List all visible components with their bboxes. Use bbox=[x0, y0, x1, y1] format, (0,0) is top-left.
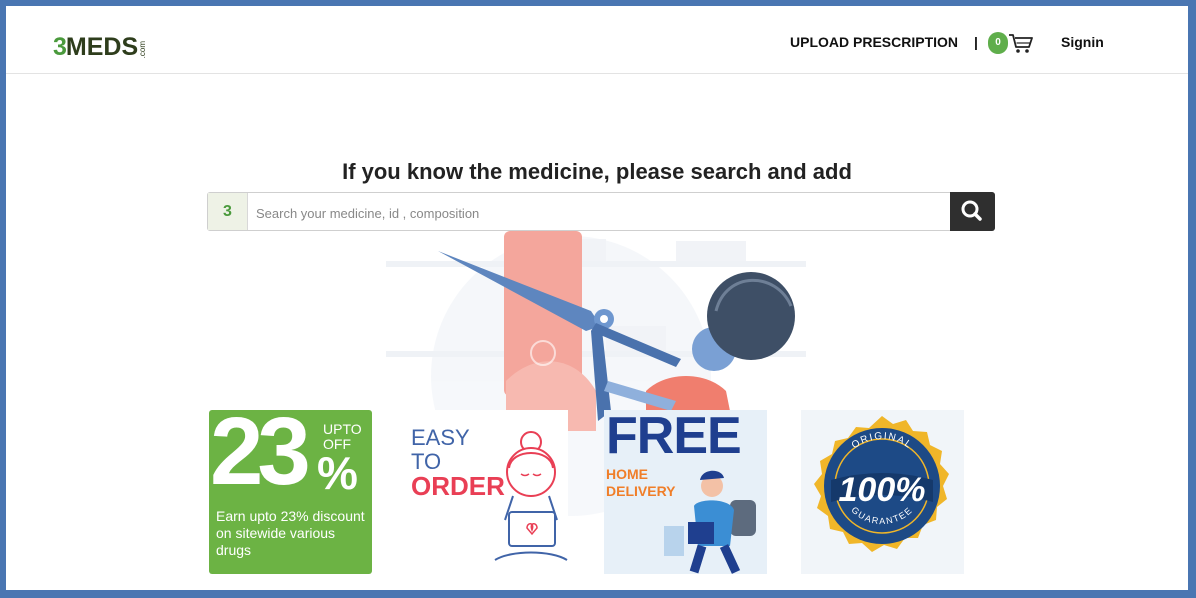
logo-suffix: .com bbox=[138, 40, 148, 58]
brand-logo[interactable]: 3 MEDS .com bbox=[53, 33, 148, 61]
guarantee-seal-icon: ORIGINAL 100% GUARANTEE bbox=[814, 416, 949, 552]
logo-digit: 3 bbox=[53, 33, 67, 61]
page-frame: 3 MEDS .com UPLOAD PRESCRIPTION | 0 Sign… bbox=[6, 6, 1188, 590]
top-header: 3 MEDS .com UPLOAD PRESCRIPTION | 0 Sign… bbox=[6, 6, 1188, 74]
discount-number: 23 bbox=[210, 410, 311, 505]
free-title: FREE bbox=[606, 410, 742, 465]
delivery-man-illustration bbox=[664, 470, 756, 574]
discount-upto: UPTO bbox=[323, 421, 362, 437]
girl-laptop-illustration bbox=[494, 431, 568, 561]
nav-separator: | bbox=[974, 34, 978, 50]
discount-tile[interactable]: 23 UPTO OFF % Earn upto 23% discount on … bbox=[209, 410, 372, 574]
cart-icon[interactable] bbox=[1008, 33, 1034, 55]
search-headline: If you know the medicine, please search … bbox=[342, 159, 852, 184]
discount-percent: % bbox=[317, 447, 358, 499]
easy-order-tile[interactable]: EASY TO ORDER bbox=[405, 410, 568, 574]
upload-prescription-link[interactable]: UPLOAD PRESCRIPTION bbox=[790, 34, 958, 50]
guarantee-tile[interactable]: ORIGINAL 100% GUARANTEE bbox=[801, 410, 964, 574]
discount-description: Earn upto 23% discount on sitewide vario… bbox=[216, 508, 365, 558]
signin-link[interactable]: Signin bbox=[1061, 34, 1104, 50]
easy-line1: EASY bbox=[411, 425, 470, 450]
free-delivery-tile[interactable]: FREE HOME DELIVERY bbox=[604, 410, 767, 574]
logo-name: MEDS bbox=[65, 33, 139, 61]
search-button[interactable] bbox=[950, 192, 995, 231]
search-icon bbox=[961, 200, 982, 221]
cart-count-badge[interactable]: 0 bbox=[988, 32, 1008, 54]
search-bar: 3 bbox=[207, 192, 995, 231]
free-line1: HOME bbox=[606, 466, 648, 482]
seal-center-text: 100% bbox=[839, 471, 926, 509]
search-brand-badge: 3 bbox=[208, 193, 248, 230]
search-input[interactable] bbox=[254, 202, 948, 224]
